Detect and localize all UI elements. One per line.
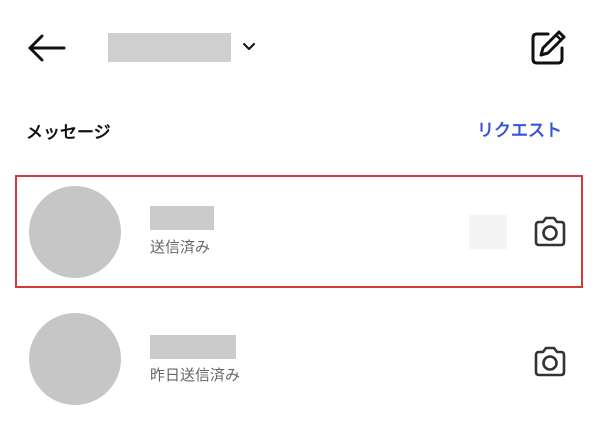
message-status: 送信済み [150,238,211,256]
conversation-item[interactable]: 昨日送信済み [0,298,600,416]
account-name-redacted [108,32,231,62]
contact-name-redacted [150,206,214,230]
camera-button[interactable] [530,342,570,382]
camera-button[interactable] [530,212,570,252]
avatar [29,186,121,278]
compose-edit-icon [526,26,570,70]
chevron-down-icon [241,39,257,55]
messages-section-title: メッセージ [26,123,111,143]
camera-icon [530,212,570,252]
account-switcher[interactable] [108,32,257,62]
camera-icon [530,342,570,382]
message-status: 昨日送信済み [150,366,241,384]
arrow-left-icon [24,28,68,68]
messages-section-header: メッセージ リクエスト [0,100,600,160]
avatar [29,313,121,405]
back-button[interactable] [24,28,68,68]
conversation-item[interactable]: 送信済み [0,173,600,291]
header [0,0,600,95]
contact-name-redacted [150,335,236,359]
preview-redacted [469,215,507,249]
requests-link[interactable]: リクエスト [477,116,562,141]
compose-button[interactable] [526,26,570,70]
